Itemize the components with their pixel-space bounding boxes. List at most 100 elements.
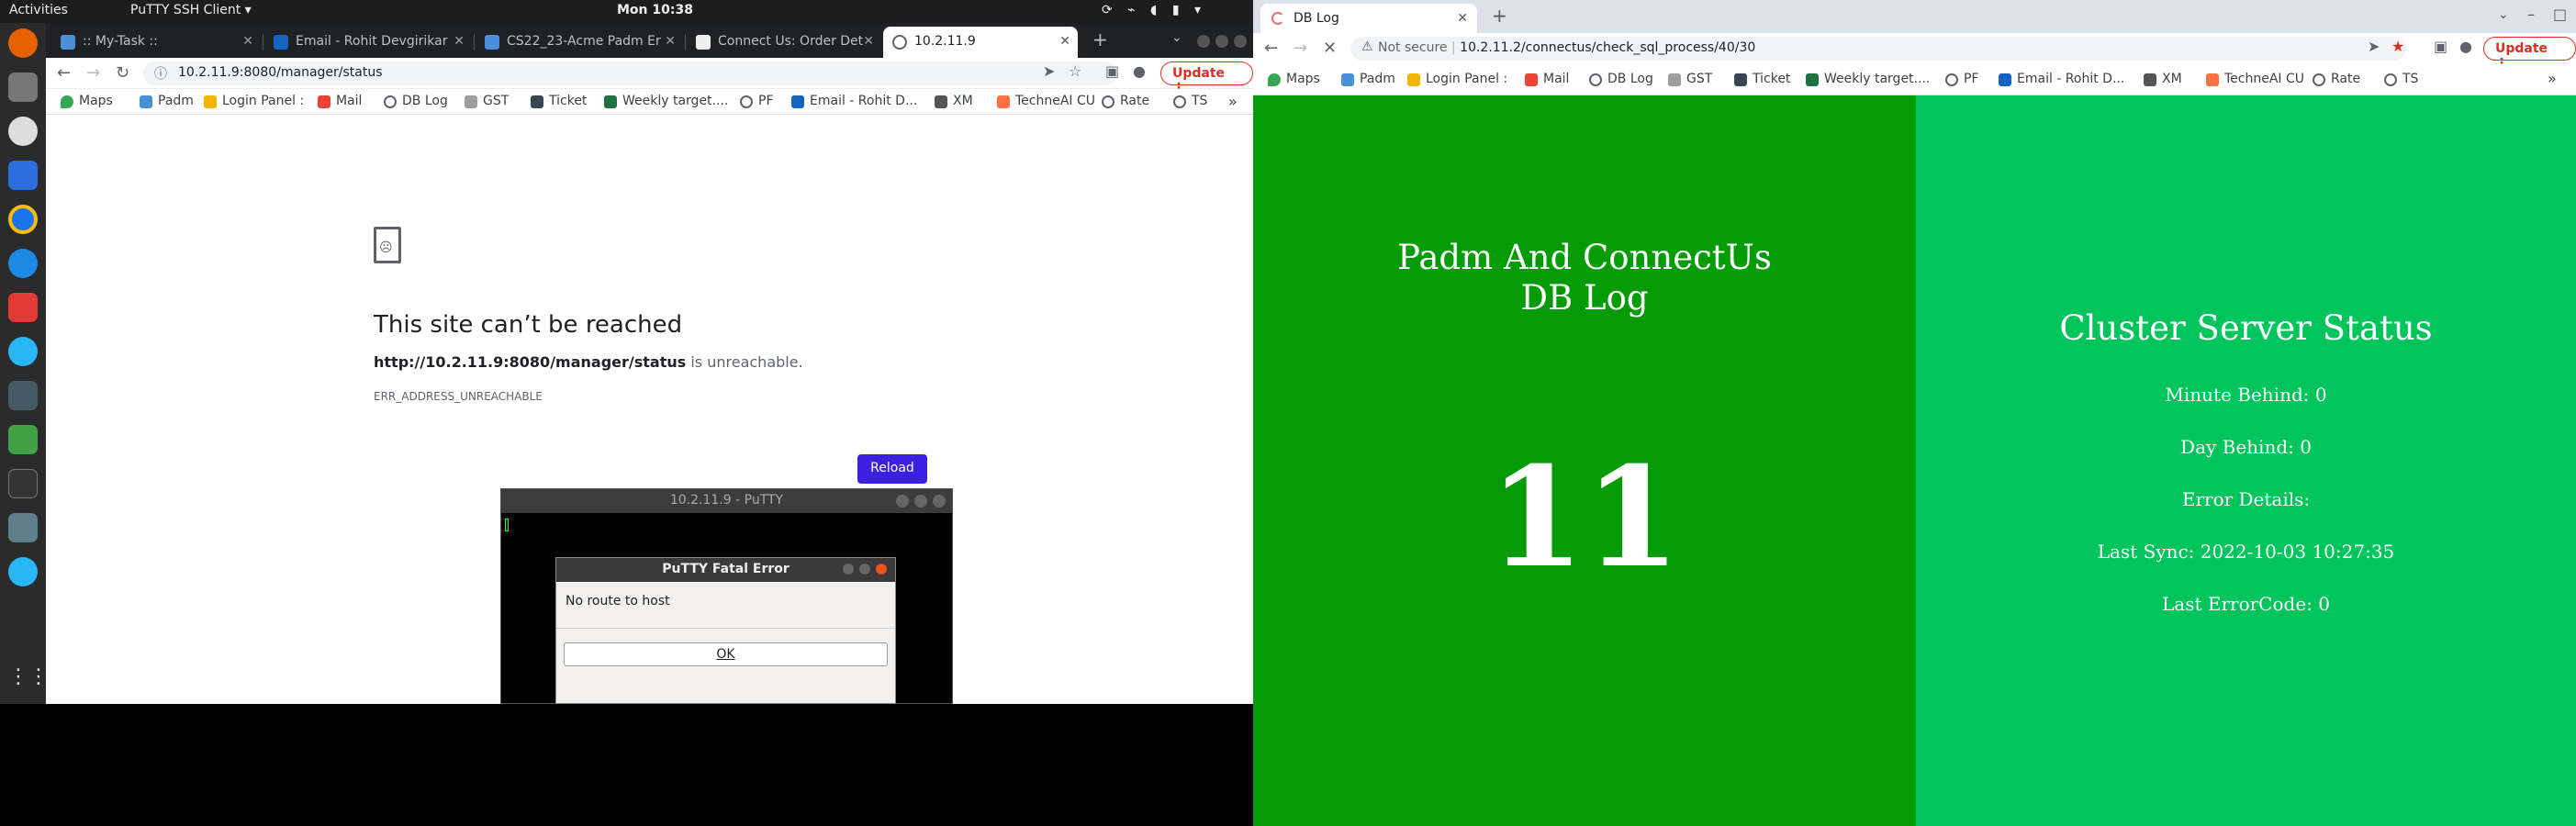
close-window-button[interactable]	[1234, 35, 1247, 48]
bookmark-weekly-target[interactable]: Weekly target....	[1806, 72, 1930, 86]
close-window-button[interactable]	[933, 495, 946, 508]
new-tab-button[interactable]: +	[1492, 5, 1507, 27]
back-icon[interactable]: ←	[57, 63, 71, 83]
warning-icon[interactable]: ⚠	[1361, 39, 1373, 54]
bookmark-email[interactable]: Email - Rohit D...	[791, 94, 917, 108]
softphone-icon[interactable]	[8, 557, 38, 586]
maximize-icon[interactable]: □	[2553, 6, 2567, 23]
minimize-button[interactable]	[896, 495, 909, 508]
anydesk-icon[interactable]	[8, 293, 38, 322]
tab-my-task[interactable]: :: My-Task :: ✕	[51, 27, 261, 58]
putty-title-bar[interactable]: 10.2.11.9 - PuTTY	[501, 489, 952, 513]
more-bookmarks-icon[interactable]: »	[1228, 93, 1238, 110]
reload-icon[interactable]: ↻	[116, 63, 129, 83]
profile-icon[interactable]: ●	[2459, 38, 2472, 55]
close-icon[interactable]: ✕	[242, 34, 253, 49]
new-tab-button[interactable]: +	[1092, 28, 1108, 50]
bookmark-mail[interactable]: Mail	[1525, 72, 1569, 86]
show-apps-icon[interactable]: ⋮⋮⋮	[8, 665, 69, 695]
bookmark-gst[interactable]: GST	[465, 94, 509, 108]
bookmark-padm[interactable]: Padm	[140, 94, 194, 108]
maximize-button[interactable]	[1215, 35, 1228, 48]
bookmark-gst[interactable]: GST	[1668, 72, 1712, 86]
profile-icon[interactable]: ●	[1133, 62, 1146, 80]
activities-button[interactable]: Activities	[9, 3, 68, 17]
files-icon[interactable]	[8, 73, 38, 102]
rhythmbox-icon[interactable]	[8, 117, 38, 146]
bookmark-login-panel[interactable]: Login Panel :	[204, 94, 304, 108]
close-icon[interactable]: ✕	[454, 34, 465, 49]
maximize-button[interactable]	[859, 564, 870, 575]
app-menu[interactable]: PuTTY SSH Client ▾	[130, 3, 252, 17]
reload-button[interactable]: Reload	[857, 454, 927, 484]
phone-icon[interactable]	[8, 337, 38, 366]
forward-icon[interactable]: →	[86, 63, 100, 83]
chrome-icon[interactable]	[8, 205, 38, 234]
bookmark-pf[interactable]: PF	[1945, 72, 1979, 86]
bookmark-star-icon[interactable]: ★	[2391, 38, 2404, 55]
bookmark-db-log[interactable]: DB Log	[384, 94, 448, 108]
bookmark-ticket[interactable]: Ticket	[531, 94, 587, 108]
spreadsheet-icon[interactable]	[8, 425, 38, 454]
tab-search-icon[interactable]: ⌄	[1171, 30, 1182, 45]
info-icon[interactable]: ⓘ	[154, 64, 167, 83]
firefox-icon[interactable]	[8, 28, 38, 58]
bookmark-pf[interactable]: PF	[740, 94, 774, 108]
close-icon[interactable]: ✕	[1059, 34, 1070, 49]
bookmark-ts[interactable]: TS	[2384, 72, 2418, 86]
update-button[interactable]: Update ⋮	[2483, 37, 2576, 71]
tab-10-2-11-9[interactable]: 10.2.11.9 ✕	[883, 27, 1078, 58]
system-tray-icons[interactable]: ⟳ ⌁ ◖ ▮ ▾	[1102, 3, 1206, 17]
bookmark-star-icon[interactable]: ☆	[1069, 62, 1081, 80]
ticket-icon	[531, 95, 543, 108]
tab-cs22[interactable]: CS22_23-Acme Padm Er ✕	[476, 27, 683, 58]
bookmark-rate[interactable]: Rate	[2313, 72, 2360, 86]
close-icon[interactable]: ✕	[665, 34, 676, 49]
tab-db-log[interactable]: DB Log ✕	[1260, 4, 1477, 33]
stop-loading-icon[interactable]: ✕	[1323, 39, 1337, 58]
bookmark-techneai[interactable]: TechneAI CU	[997, 94, 1095, 108]
side-panel-icon[interactable]: ▣	[1105, 62, 1119, 80]
bookmark-email[interactable]: Email - Rohit D...	[1999, 72, 2124, 86]
tab-connect-us[interactable]: Connect Us: Order Det ✕	[687, 27, 881, 58]
update-button[interactable]: Update ⋮	[1160, 61, 1253, 95]
bookmark-maps[interactable]: Maps	[61, 94, 113, 108]
minimize-button[interactable]	[1197, 35, 1210, 48]
bookmark-maps[interactable]: Maps	[1268, 72, 1320, 86]
forward-icon[interactable]: →	[1294, 39, 1307, 58]
send-icon[interactable]: ➤	[1043, 62, 1055, 80]
calculator-icon[interactable]	[8, 513, 38, 542]
bookmark-xm[interactable]: XM	[2144, 72, 2182, 86]
maximize-button[interactable]	[914, 495, 927, 508]
minimize-button[interactable]	[843, 564, 854, 575]
more-bookmarks-icon[interactable]: »	[2548, 70, 2557, 87]
tab-email[interactable]: Email - Rohit Devgirikar ✕	[264, 27, 472, 58]
writer-icon[interactable]	[8, 161, 38, 190]
bookmark-ticket[interactable]: Ticket	[1734, 72, 1790, 86]
close-icon[interactable]: ✕	[1457, 11, 1468, 26]
bookmark-weekly-target[interactable]: Weekly target....	[604, 94, 728, 108]
back-icon[interactable]: ←	[1264, 39, 1278, 58]
bookmark-padm[interactable]: Padm	[1341, 72, 1395, 86]
putty-icon[interactable]	[8, 381, 38, 410]
bookmark-rate[interactable]: Rate	[1102, 94, 1149, 108]
address-bar[interactable]: ⚠ Not secure | 10.2.11.2/connectus/check…	[1350, 37, 2406, 61]
address-bar[interactable]: ⓘ 10.2.11.9:8080/manager/status	[143, 61, 1116, 85]
bookmark-ts[interactable]: TS	[1173, 94, 1207, 108]
side-panel-icon[interactable]: ▣	[2434, 38, 2447, 55]
bookmark-db-log[interactable]: DB Log	[1589, 72, 1653, 86]
clock[interactable]: Mon 10:38	[617, 3, 693, 17]
bookmark-xm[interactable]: XM	[935, 94, 973, 108]
ok-button[interactable]: OK	[564, 642, 888, 666]
bookmark-login-panel[interactable]: Login Panel :	[1407, 72, 1507, 86]
send-icon[interactable]: ➤	[2368, 38, 2380, 55]
bookmark-techneai[interactable]: TechneAI CU	[2206, 72, 2304, 86]
tab-favicon-icon	[485, 35, 499, 50]
tab-search-icon[interactable]: ⌄	[2498, 7, 2509, 22]
web-icon[interactable]	[8, 249, 38, 278]
close-icon[interactable]: ✕	[863, 34, 874, 49]
terminal-icon[interactable]	[8, 469, 38, 498]
close-dialog-button[interactable]	[876, 564, 887, 575]
minimize-icon[interactable]: –	[2527, 6, 2535, 23]
bookmark-mail[interactable]: Mail	[318, 94, 362, 108]
